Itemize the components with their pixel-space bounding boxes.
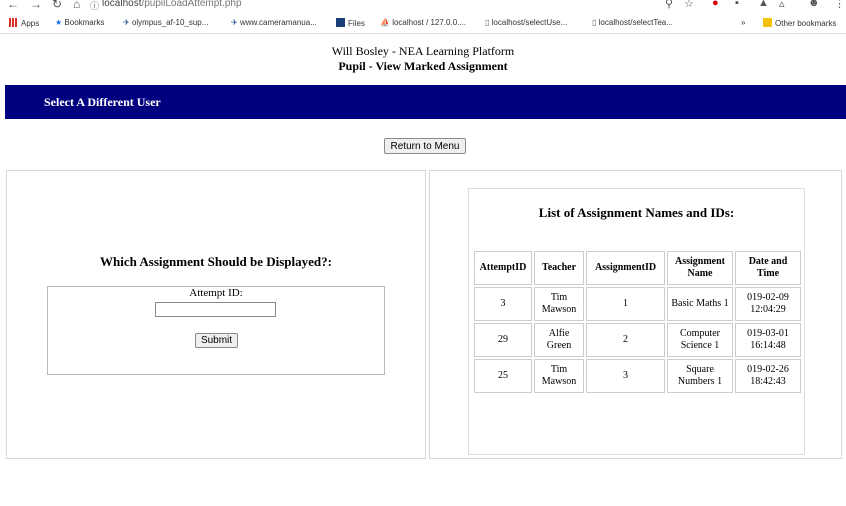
site-title: Will Bosley - NEA Learning Platform bbox=[331, 44, 515, 58]
table-cell: Tim Mawson bbox=[534, 287, 584, 321]
bookmark-label: localhost / 127.0.0.... bbox=[392, 18, 467, 27]
forward-icon[interactable]: → bbox=[30, 0, 42, 11]
bookmark-apps[interactable]: Apps bbox=[9, 18, 39, 28]
address-row: ← → ↻ ⌂ ⓘ localhost/pupilLoadAttempt.php… bbox=[0, 0, 846, 13]
site-icon: ✈ bbox=[123, 18, 130, 27]
browser-chrome: ← → ↻ ⌂ ⓘ localhost/pupilLoadAttempt.php… bbox=[0, 0, 846, 34]
list-heading: List of Assignment Names and IDs: bbox=[538, 205, 735, 220]
table-cell: 019-02-26 18:42:43 bbox=[735, 359, 801, 393]
assignment-list-box: List of Assignment Names and IDs: Attemp… bbox=[468, 188, 805, 455]
url-path: /pupilLoadAttempt.php bbox=[141, 0, 242, 9]
table-cell: 3 bbox=[586, 359, 665, 393]
page-icon: ▯ bbox=[592, 18, 597, 27]
bookmark-phpmyadmin[interactable]: ⛵ localhost / 127.0.0.... bbox=[380, 18, 466, 27]
bookmark-other[interactable]: Other bookmarks bbox=[763, 18, 836, 28]
column-header: AssignmentID bbox=[586, 251, 665, 285]
select-different-user-link[interactable]: Select A Different User bbox=[44, 95, 161, 110]
address-bar[interactable]: localhost/pupilLoadAttempt.php bbox=[102, 0, 242, 9]
files-icon bbox=[336, 18, 345, 27]
extension-icon[interactable]: ▪ bbox=[735, 0, 739, 9]
apps-grid-icon bbox=[9, 18, 18, 27]
table-row: 25 Tim Mawson 3 Square Numbers 1 019-02-… bbox=[474, 359, 801, 393]
bookmark-label: Apps bbox=[21, 19, 40, 28]
phpmyadmin-icon: ⛵ bbox=[380, 18, 390, 27]
table-cell: 019-03-01 16:14:48 bbox=[735, 323, 801, 357]
site-icon: ✈ bbox=[231, 18, 238, 27]
bookmark-label: localhost/selectUse... bbox=[491, 18, 568, 27]
bookmark-olympus[interactable]: ✈ olympus_af-10_sup... bbox=[123, 18, 208, 27]
bookmark-label: olympus_af-10_sup... bbox=[131, 18, 209, 27]
bookmark-cameramanuals[interactable]: ✈ www.cameramanua... bbox=[231, 18, 317, 27]
assignment-table: AttemptID Teacher AssignmentID Assignmen… bbox=[472, 249, 803, 395]
bookmark-label: Files bbox=[348, 19, 365, 28]
table-row: 29 Alfie Green 2 Computer Science 1 019-… bbox=[474, 323, 801, 357]
table-cell: Square Numbers 1 bbox=[667, 359, 733, 393]
submit-button[interactable]: Submit bbox=[195, 333, 238, 348]
page-title: Pupil - View Marked Assignment bbox=[338, 59, 508, 73]
table-cell: 019-02-09 12:04:29 bbox=[735, 287, 801, 321]
home-icon[interactable]: ⌂ bbox=[73, 0, 80, 11]
back-icon[interactable]: ← bbox=[7, 0, 19, 11]
table-cell: Basic Maths 1 bbox=[667, 287, 733, 321]
return-to-menu-button[interactable]: Return to Menu bbox=[384, 138, 466, 154]
info-icon[interactable]: ⓘ bbox=[90, 0, 99, 12]
bookmarks-bar: Apps ★ Bookmarks ✈ olympus_af-10_sup... … bbox=[0, 15, 846, 31]
folder-icon bbox=[763, 18, 772, 27]
bookmark-bookmarks[interactable]: ★ Bookmarks bbox=[55, 18, 104, 27]
table-cell: 2 bbox=[586, 323, 665, 357]
assignment-select-panel: Which Assignment Should be Displayed?: A… bbox=[6, 170, 426, 459]
table-cell: 3 bbox=[474, 287, 532, 321]
profile-avatar-icon[interactable]: ☻ bbox=[808, 0, 820, 9]
attempt-id-label: Attempt ID: bbox=[189, 287, 243, 299]
table-cell: 1 bbox=[586, 287, 665, 321]
table-header-row: AttemptID Teacher AssignmentID Assignmen… bbox=[474, 251, 801, 285]
attempt-id-input[interactable] bbox=[155, 302, 276, 317]
table-cell: 29 bbox=[474, 323, 532, 357]
opera-icon[interactable]: ● bbox=[712, 0, 719, 9]
extension-icon[interactable]: ▲ bbox=[758, 0, 769, 9]
url-host: localhost bbox=[102, 0, 142, 9]
menu-kebab-icon[interactable]: ⋮ bbox=[834, 0, 845, 10]
bookmark-label: Bookmarks bbox=[64, 18, 105, 27]
form-heading: Which Assignment Should be Displayed?: bbox=[100, 254, 332, 269]
column-header: Assignment Name bbox=[667, 251, 733, 285]
navbar: Select A Different User bbox=[5, 85, 846, 119]
star-icon: ★ bbox=[55, 18, 63, 27]
page-icon: ▯ bbox=[485, 18, 490, 27]
table-cell: Tim Mawson bbox=[534, 359, 584, 393]
bookmark-selectteacher[interactable]: ▯ localhost/selectTea... bbox=[592, 18, 673, 27]
star-bookmark-icon[interactable]: ☆ bbox=[684, 0, 694, 10]
column-header: AttemptID bbox=[474, 251, 532, 285]
bookmark-label: www.cameramanua... bbox=[239, 18, 317, 27]
column-header: Date and Time bbox=[735, 251, 801, 285]
column-header: Teacher bbox=[534, 251, 584, 285]
bookmarks-overflow[interactable]: » bbox=[741, 18, 745, 27]
extension-icon[interactable]: ▵ bbox=[779, 0, 785, 10]
table-cell: Computer Science 1 bbox=[667, 323, 733, 357]
table-cell: 25 bbox=[474, 359, 532, 393]
bookmark-label: Other bookmarks bbox=[775, 19, 837, 28]
bookmark-selectuser[interactable]: ▯ localhost/selectUse... bbox=[485, 18, 567, 27]
bookmark-label: localhost/selectTea... bbox=[598, 18, 673, 27]
table-row: 3 Tim Mawson 1 Basic Maths 1 019-02-09 1… bbox=[474, 287, 801, 321]
table-cell: Alfie Green bbox=[534, 323, 584, 357]
zoom-icon[interactable]: ⚲ bbox=[665, 0, 673, 10]
attempt-form: Attempt ID: Submit bbox=[47, 286, 385, 375]
assignment-list-panel: List of Assignment Names and IDs: Attemp… bbox=[429, 170, 842, 459]
bookmark-files[interactable]: Files bbox=[336, 18, 365, 28]
reload-icon[interactable]: ↻ bbox=[52, 0, 62, 11]
